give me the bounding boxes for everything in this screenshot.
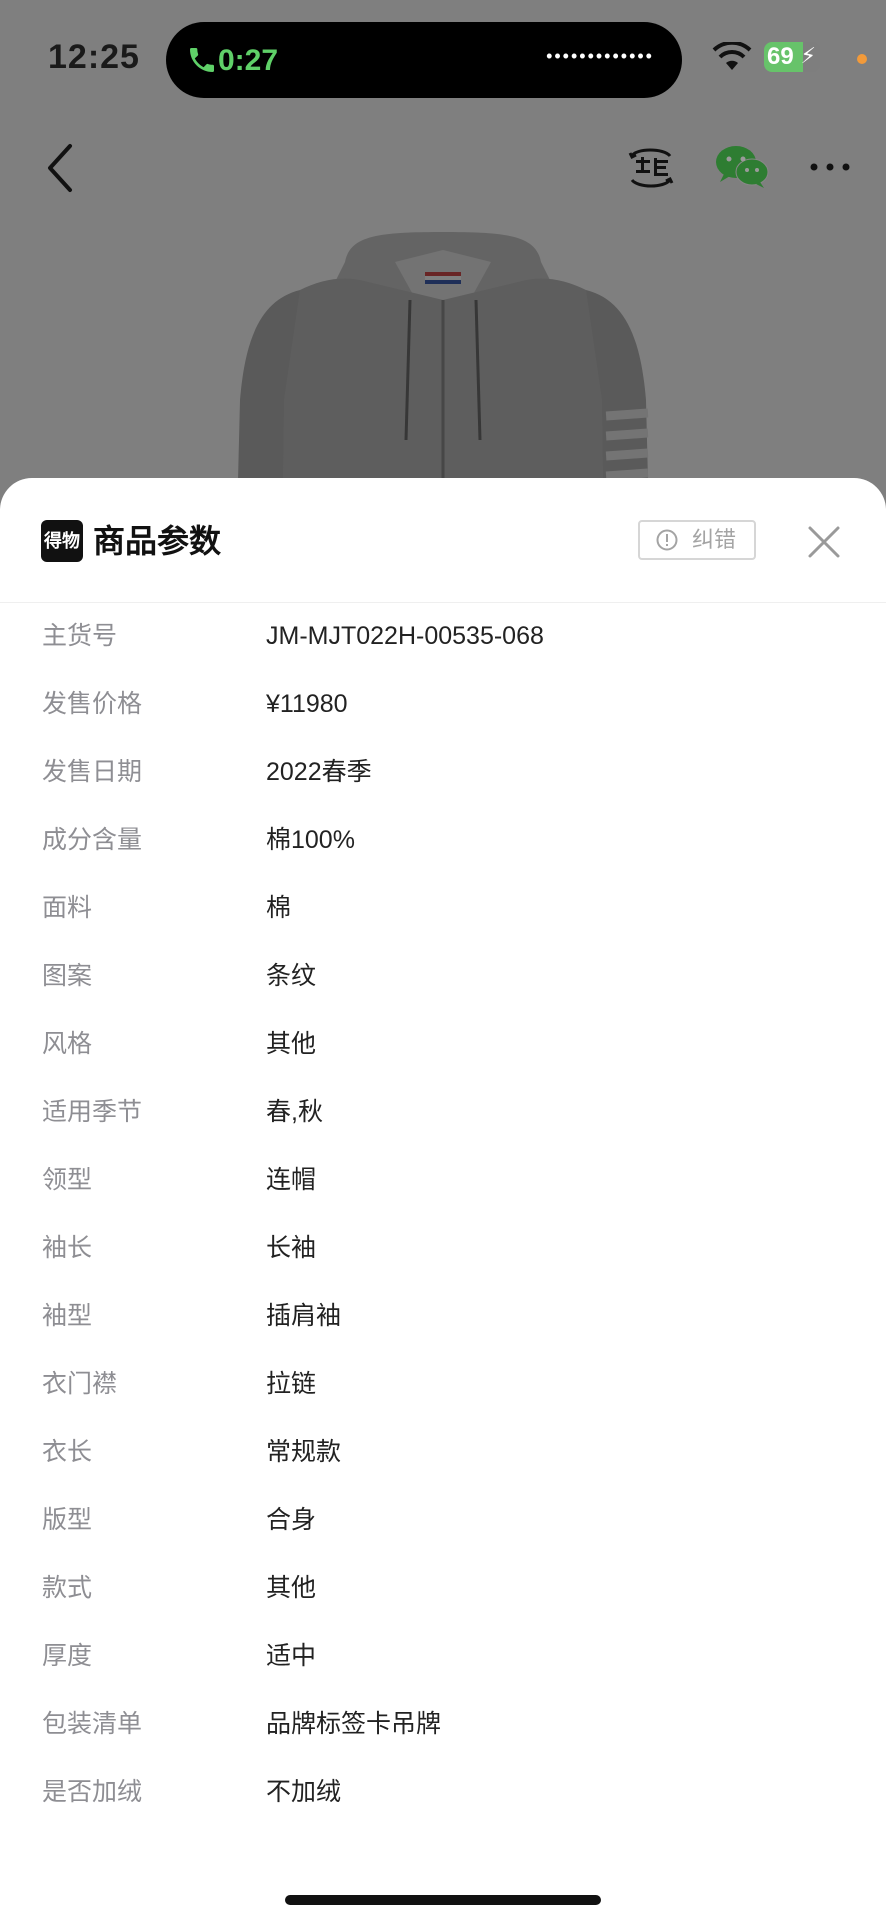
- param-row: 发售价格 ¥11980: [0, 670, 886, 738]
- param-label: 成分含量: [42, 826, 143, 854]
- param-label: 厚度: [42, 1642, 93, 1670]
- param-value: 插肩袖: [266, 1302, 342, 1330]
- param-row: 袖型 插肩袖: [0, 1282, 886, 1350]
- wechat-icon[interactable]: [714, 144, 770, 190]
- param-label: 图案: [42, 962, 93, 990]
- call-audio-indicator: •••••••••••••: [546, 46, 654, 66]
- param-list: 主货号 JM-MJT022H-00535-068 发售价格 ¥11980 发售日期 202…: [0, 602, 886, 1826]
- param-label: 面料: [42, 894, 93, 922]
- param-row: 是否加绒 不加绒: [0, 1758, 886, 1826]
- param-label: 领型: [42, 1166, 93, 1194]
- chevron-left-icon[interactable]: [42, 142, 78, 194]
- param-row: 款式 其他: [0, 1554, 886, 1622]
- exclamation-circle-icon: [656, 529, 678, 551]
- param-value: JM-MJT022H-00535-068: [266, 622, 544, 650]
- battery-indicator: 69 ⚡: [764, 42, 820, 72]
- param-label: 风格: [42, 1030, 93, 1058]
- param-label: 版型: [42, 1506, 93, 1534]
- param-row: 包装清单 品牌标签卡吊牌: [0, 1690, 886, 1758]
- sell-icon[interactable]: [626, 144, 676, 192]
- param-row: 衣门襟 拉链: [0, 1350, 886, 1418]
- param-row: 风格 其他: [0, 1010, 886, 1078]
- product-params-sheet: 得物 商品参数 纠错 主货号 JM-MJT022H-00535-068 发售价格 ¥1…: [0, 478, 886, 1920]
- param-row: 主货号 JM-MJT022H-00535-068: [0, 602, 886, 670]
- phone-icon: [190, 48, 214, 72]
- status-bar: 12:25 0:27 ••••••••••••• 69 ⚡: [0, 0, 886, 120]
- param-value: 棉: [266, 894, 292, 922]
- charging-bolt-icon: ⚡: [800, 43, 816, 68]
- param-row: 衣长 常规款: [0, 1418, 886, 1486]
- sheet-header: 得物 商品参数 纠错: [0, 478, 886, 603]
- param-row: 领型 连帽: [0, 1146, 886, 1214]
- param-row: 成分含量 棉100%: [0, 806, 886, 874]
- param-label: 发售日期: [42, 758, 143, 786]
- sheet-title: 商品参数: [93, 523, 222, 559]
- privacy-indicator-dot: [857, 54, 867, 64]
- param-row: 面料 棉: [0, 874, 886, 942]
- param-label: 是否加绒: [42, 1778, 143, 1806]
- param-label: 包装清单: [42, 1710, 143, 1738]
- more-icon[interactable]: [808, 152, 852, 182]
- param-row: 版型 合身: [0, 1486, 886, 1554]
- param-value: 其他: [266, 1574, 317, 1602]
- home-indicator[interactable]: [285, 1895, 601, 1905]
- param-value: 条纹: [266, 962, 317, 990]
- param-label: 袖型: [42, 1302, 93, 1330]
- param-value: ¥11980: [266, 690, 348, 718]
- param-value: 品牌标签卡吊牌: [266, 1710, 442, 1738]
- param-label: 主货号: [42, 622, 118, 650]
- param-value: 长袖: [266, 1234, 317, 1262]
- param-value: 春,秋: [266, 1098, 323, 1126]
- param-value: 合身: [266, 1506, 317, 1534]
- param-label: 适用季节: [42, 1098, 143, 1126]
- param-row: 发售日期 2022春季: [0, 738, 886, 806]
- report-error-button[interactable]: 纠错: [638, 520, 756, 560]
- param-row: 图案 条纹: [0, 942, 886, 1010]
- param-row: 适用季节 春,秋: [0, 1078, 886, 1146]
- status-time: 12:25: [48, 38, 140, 76]
- param-value: 棉100%: [266, 826, 355, 854]
- call-duration: 0:27: [218, 44, 279, 77]
- param-label: 发售价格: [42, 690, 143, 718]
- dewu-logo: 得物: [41, 520, 83, 562]
- call-indicator[interactable]: 0:27 •••••••••••••: [166, 22, 682, 98]
- param-value: 不加绒: [266, 1778, 342, 1806]
- param-value: 连帽: [266, 1166, 317, 1194]
- param-label: 袖长: [42, 1234, 93, 1262]
- wifi-icon: [712, 42, 752, 70]
- close-icon[interactable]: [806, 524, 842, 560]
- param-row: 袖长 长袖: [0, 1214, 886, 1282]
- param-value: 其他: [266, 1030, 317, 1058]
- battery-level: 69: [767, 43, 794, 70]
- param-value: 2022春季: [266, 758, 372, 786]
- param-label: 衣长: [42, 1438, 93, 1466]
- param-value: 拉链: [266, 1370, 317, 1398]
- report-error-label: 纠错: [692, 527, 737, 552]
- param-value: 常规款: [266, 1438, 342, 1466]
- param-value: 适中: [266, 1642, 317, 1670]
- param-row: 厚度 适中: [0, 1622, 886, 1690]
- param-label: 衣门襟: [42, 1370, 118, 1398]
- param-label: 款式: [42, 1574, 93, 1602]
